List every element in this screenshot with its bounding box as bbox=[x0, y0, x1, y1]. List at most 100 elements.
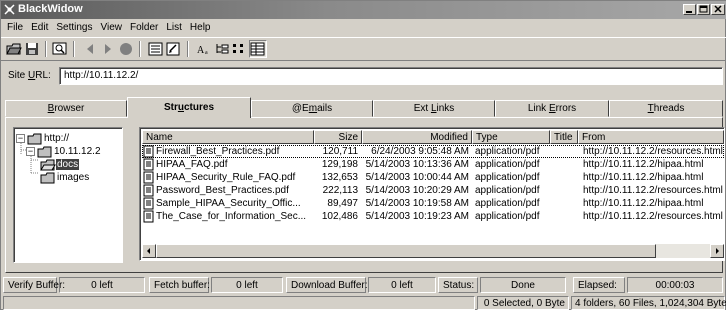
file-size: 129,198 bbox=[321, 159, 358, 170]
tab-emails[interactable]: @Emails bbox=[251, 100, 373, 117]
menu-help[interactable]: Help bbox=[186, 20, 215, 36]
font-size-button[interactable]: Aa bbox=[195, 40, 213, 58]
menu-folder[interactable]: Folder bbox=[126, 20, 162, 36]
download-buffer-value: 0 left bbox=[368, 277, 436, 293]
save-button[interactable] bbox=[23, 40, 41, 58]
tab-strip: Browser Structures @Emails Ext Links Lin… bbox=[5, 97, 723, 118]
collapse-toggle[interactable]: − bbox=[16, 134, 25, 143]
file-size: 89,497 bbox=[327, 198, 358, 209]
arrow-right-icon bbox=[716, 248, 719, 254]
scroll-right-button[interactable] bbox=[710, 244, 724, 258]
save-icon bbox=[26, 43, 38, 55]
menu-file[interactable]: File bbox=[3, 20, 27, 36]
file-name: Password_Best_Practices.pdf bbox=[156, 185, 289, 196]
filter-button[interactable] bbox=[147, 40, 165, 58]
menu-settings[interactable]: Settings bbox=[52, 20, 96, 36]
table-row[interactable]: Sample_HIPAA_Security_Offic... 89,497 5/… bbox=[142, 197, 724, 210]
file-from: http://10.11.12.2/hipaa.html bbox=[583, 172, 704, 183]
column-header-name[interactable]: Name bbox=[142, 130, 314, 144]
document-icon bbox=[143, 158, 154, 171]
verify-buffer-value: 0 left bbox=[59, 277, 145, 293]
table-row[interactable]: Password_Best_Practices.pdf 222,113 5/14… bbox=[142, 184, 724, 197]
tab-structures[interactable]: Structures bbox=[127, 97, 251, 118]
column-header-title[interactable]: Title bbox=[550, 130, 578, 144]
minimize-icon bbox=[686, 11, 692, 13]
back-button[interactable] bbox=[81, 40, 99, 58]
file-type: application/pdf bbox=[475, 159, 540, 170]
stop-button[interactable] bbox=[117, 40, 135, 58]
menu-list[interactable]: List bbox=[162, 20, 186, 36]
open-button[interactable] bbox=[5, 40, 23, 58]
status-empty-pane bbox=[3, 296, 475, 310]
toolbar-separator bbox=[73, 41, 75, 57]
tab-browser[interactable]: Browser bbox=[5, 100, 127, 117]
scan-icon bbox=[166, 42, 180, 56]
tab-ext-links[interactable]: Ext Links bbox=[373, 100, 495, 117]
download-buffer-label: Download Buffer: bbox=[286, 277, 368, 293]
folder-icon bbox=[37, 146, 52, 157]
collapse-toggle[interactable]: − bbox=[26, 147, 35, 156]
tab-link-errors[interactable]: Link Errors bbox=[495, 100, 609, 117]
stop-icon bbox=[120, 43, 132, 55]
file-title bbox=[552, 171, 578, 184]
open-folder-icon bbox=[6, 43, 22, 55]
tree-node-docs[interactable]: docs bbox=[40, 158, 80, 171]
table-row[interactable]: HIPAA_FAQ.pdf 129,198 5/14/2003 10:13:36… bbox=[142, 158, 724, 171]
file-list[interactable]: Name Size Modified Type Title From Firew… bbox=[139, 127, 725, 261]
horizontal-scrollbar[interactable] bbox=[142, 244, 724, 258]
file-from: http://10.11.12.2/hipaa.html bbox=[583, 159, 704, 170]
folder-tree[interactable]: − http:// − 10.11.12.2 docs images bbox=[13, 127, 123, 263]
menu-view[interactable]: View bbox=[97, 20, 127, 36]
file-size: 132,653 bbox=[321, 172, 358, 183]
column-header-from[interactable]: From bbox=[578, 130, 724, 144]
tree-view-button[interactable] bbox=[213, 40, 231, 58]
scroll-thumb[interactable] bbox=[156, 244, 656, 258]
tab-threads[interactable]: Threads bbox=[609, 100, 723, 117]
find-icon bbox=[52, 42, 67, 55]
file-from: http://10.11.12.2/resources.html bbox=[583, 185, 723, 196]
folder-icon bbox=[27, 133, 42, 144]
open-folder-icon bbox=[40, 159, 56, 170]
maximize-button[interactable] bbox=[697, 4, 710, 15]
table-row[interactable]: Firewall_Best_Practices.pdf 120,711 6/24… bbox=[142, 145, 724, 158]
tree-view-icon bbox=[216, 44, 229, 54]
close-button[interactable] bbox=[711, 4, 725, 15]
file-modified: 5/14/2003 10:00:44 AM bbox=[365, 172, 469, 183]
tree-node-host[interactable]: − 10.11.12.2 bbox=[26, 145, 102, 158]
file-modified: 5/14/2003 10:20:29 AM bbox=[365, 185, 469, 196]
scroll-left-button[interactable] bbox=[142, 244, 156, 258]
window-title: BlackWidow bbox=[18, 3, 83, 15]
forward-button[interactable] bbox=[99, 40, 117, 58]
document-icon bbox=[143, 171, 154, 184]
file-title bbox=[552, 210, 578, 223]
details-view-button[interactable] bbox=[249, 40, 267, 58]
find-button[interactable] bbox=[51, 40, 69, 58]
tree-node-http[interactable]: − http:// bbox=[16, 132, 70, 145]
status-label: Status: bbox=[438, 277, 478, 293]
close-icon bbox=[714, 5, 722, 13]
tree-node-images[interactable]: images bbox=[40, 171, 90, 184]
file-from: http://10.11.12.2/hipaa.html bbox=[583, 198, 704, 209]
list-view-button[interactable] bbox=[231, 40, 249, 58]
table-row[interactable]: HIPAA_Security_Rule_FAQ.pdf 132,653 5/14… bbox=[142, 171, 724, 184]
details-view-icon bbox=[250, 42, 265, 56]
file-modified: 5/14/2003 10:19:23 AM bbox=[365, 211, 469, 222]
fetch-buffer-value: 0 left bbox=[211, 277, 283, 293]
site-url-input[interactable]: http://10.11.12.2/ bbox=[59, 67, 723, 85]
column-header-size[interactable]: Size bbox=[314, 130, 362, 144]
toolbar-separator bbox=[187, 41, 189, 57]
minimize-button[interactable] bbox=[683, 4, 696, 15]
document-icon bbox=[143, 184, 154, 197]
document-icon bbox=[143, 145, 154, 158]
site-url-row: Site URL: http://10.11.12.2/ bbox=[1, 65, 726, 87]
status-bar: 0 Selected, 0 Byte 4 folders, 60 Files, … bbox=[1, 295, 726, 310]
title-bar[interactable]: BlackWidow bbox=[1, 1, 726, 19]
table-row[interactable]: The_Case_for_Information_Sec... 102,486 … bbox=[142, 210, 724, 223]
file-modified: 6/24/2003 9:05:48 AM bbox=[371, 146, 469, 157]
column-header-type[interactable]: Type bbox=[472, 130, 550, 144]
column-header-modified[interactable]: Modified bbox=[362, 130, 472, 144]
file-type: application/pdf bbox=[475, 146, 540, 157]
back-icon bbox=[87, 44, 93, 54]
scan-button[interactable] bbox=[165, 40, 183, 58]
menu-edit[interactable]: Edit bbox=[27, 20, 52, 36]
